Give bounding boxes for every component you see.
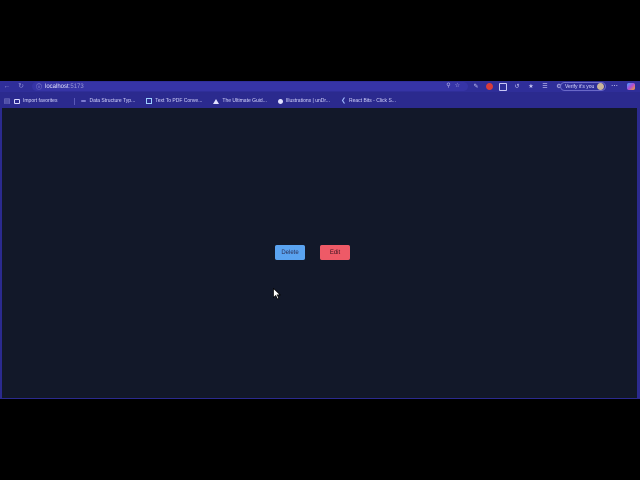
more-icon[interactable]: ⋯ xyxy=(611,81,618,92)
pen-icon[interactable]: ✎ xyxy=(472,83,480,91)
profile-label: Verify it's you xyxy=(565,83,595,90)
bookmark-label: React Bits - Click S... xyxy=(349,98,396,104)
extension-red-icon[interactable] xyxy=(486,83,493,90)
bookmark-label: Import favorites xyxy=(23,98,58,104)
bookmark-label: Data Structure Typ... xyxy=(89,98,136,104)
url-host: localhost xyxy=(45,83,69,90)
browser-window: ← ↻ ⓘ localhost:5173 ⚲☆ ✎ ↺ ★ ☰ ⚙ Verify… xyxy=(0,81,640,399)
folder-icon xyxy=(14,98,20,104)
bookmark-illustrations[interactable]: Illustrations | unDr... xyxy=(277,98,330,104)
back-icon[interactable]: ← xyxy=(0,81,14,92)
avatar xyxy=(597,83,604,90)
bookmark-label: Illustrations | unDr... xyxy=(285,98,330,104)
delete-button[interactable]: Delete xyxy=(275,245,305,260)
reload-icon[interactable]: ↻ xyxy=(14,81,28,92)
bookmarks-bar: ▤ Import favorites Data Structure Typ...… xyxy=(0,95,640,107)
zoom-icon[interactable]: ⚲ xyxy=(446,83,454,89)
bookmark-label: Text To PDF Conve... xyxy=(155,98,203,104)
site-icon xyxy=(81,100,87,102)
favorites-icon[interactable]: ☰ xyxy=(541,83,549,91)
toolbar-icons: ✎ ↺ ★ ☰ ⚙ xyxy=(472,81,569,92)
url-port: :5173 xyxy=(68,83,84,90)
puzzle-icon[interactable]: ★ xyxy=(527,83,535,91)
triangle-icon xyxy=(213,98,220,104)
pdf-icon xyxy=(146,98,153,104)
box-icon[interactable] xyxy=(499,82,507,91)
copilot-icon[interactable] xyxy=(627,83,635,90)
page-viewport: Delete Edit xyxy=(2,108,637,398)
address-bar-actions: ⚲☆ xyxy=(446,82,464,91)
bookmark-sidebar-icon[interactable]: ▤ xyxy=(0,96,14,107)
bookmark-react-bits[interactable]: ❮ React Bits - Click S... xyxy=(340,97,396,105)
react-bits-icon: ❮ xyxy=(340,97,346,104)
refresh-icon[interactable]: ↺ xyxy=(513,83,521,91)
star-icon[interactable]: ☆ xyxy=(455,83,464,89)
bookmarks-divider xyxy=(74,97,76,105)
bookmark-text-to-pdf[interactable]: Text To PDF Conve... xyxy=(146,98,202,104)
mouse-cursor-icon xyxy=(273,288,281,300)
site-info-icon[interactable]: ⓘ xyxy=(36,82,44,91)
bookmark-label: The Ultimate Guid... xyxy=(222,98,267,104)
bookmark-ultimate-guide[interactable]: The Ultimate Guid... xyxy=(213,98,267,104)
circle-icon xyxy=(277,98,283,104)
profile-button[interactable]: Verify it's you xyxy=(560,82,606,91)
bookmark-data-structure[interactable]: Data Structure Typ... xyxy=(81,98,135,104)
address-bar[interactable]: ⓘ localhost:5173 ⚲☆ xyxy=(32,82,468,91)
edit-button[interactable]: Edit xyxy=(320,245,350,260)
address-bar-row: ← ↻ ⓘ localhost:5173 ⚲☆ ✎ ↺ ★ ☰ ⚙ Verify… xyxy=(0,81,640,92)
bookmark-import-favorites[interactable]: Import favorites xyxy=(14,98,57,104)
